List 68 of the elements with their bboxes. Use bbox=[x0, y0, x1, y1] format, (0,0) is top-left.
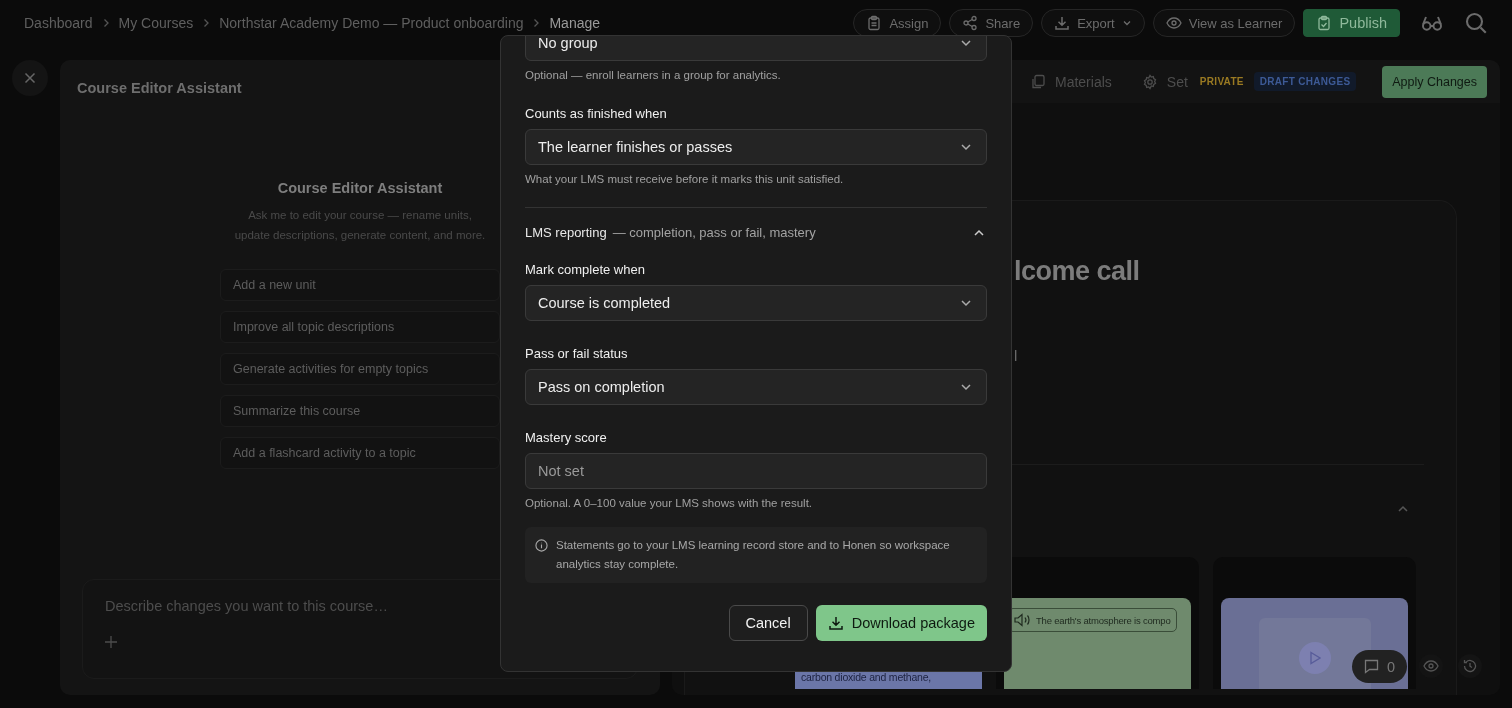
breadcrumb-link[interactable]: Dashboard bbox=[24, 15, 93, 31]
breadcrumb-link[interactable]: Manage bbox=[549, 15, 601, 31]
card-text: carbon dioxide and methane, bbox=[801, 670, 933, 685]
prompt-placeholder: Describe changes you want to this course… bbox=[105, 598, 389, 614]
clipboard-icon bbox=[866, 15, 883, 31]
download-button[interactable]: Download package bbox=[815, 605, 987, 641]
panel-title: Course Editor Assistant bbox=[77, 80, 243, 96]
help-text: Optional. A 0–100 value your LMS shows with the result. bbox=[525, 497, 814, 509]
chevron-down-icon bbox=[960, 37, 972, 49]
field-label: Counts as finished when bbox=[525, 106, 668, 121]
comment-icon bbox=[1363, 659, 1379, 674]
play-button[interactable] bbox=[1298, 642, 1331, 674]
history-icon bbox=[1462, 658, 1478, 674]
status-label: PRIVATE bbox=[1198, 75, 1245, 89]
assistant-heading: Course Editor Assistant bbox=[277, 180, 443, 196]
settings-icon bbox=[1141, 73, 1158, 90]
info-icon bbox=[535, 539, 548, 552]
toolbar-button[interactable]: View as Learner bbox=[1152, 9, 1296, 37]
toolbar-button[interactable]: Export bbox=[1041, 9, 1145, 37]
cancel-button[interactable]: Cancel bbox=[728, 605, 808, 641]
download-icon bbox=[1054, 15, 1071, 31]
toolbar-button[interactable]: Share bbox=[949, 9, 1034, 37]
eye-icon bbox=[1423, 658, 1439, 674]
input-field[interactable]: Not set bbox=[525, 453, 987, 489]
field-label: Mastery score bbox=[525, 430, 608, 445]
section-note: — completion, pass or fail, mastery bbox=[612, 225, 816, 240]
chevron-down-icon bbox=[960, 381, 972, 393]
history-button[interactable] bbox=[1458, 654, 1482, 678]
section-title[interactable]: LMS reporting bbox=[525, 225, 607, 240]
suggestion-button[interactable]: Improve all topic descriptions bbox=[220, 311, 500, 343]
status-label: DRAFT CHANGES bbox=[1253, 72, 1357, 91]
copy-icon bbox=[1030, 73, 1046, 90]
suggestion-button[interactable]: Summarize this course bbox=[220, 395, 500, 427]
editor-tab[interactable]: Materials bbox=[1030, 73, 1112, 90]
chevron-down-icon bbox=[960, 297, 972, 309]
help-text: Optional — enroll learners in a group for analytics. bbox=[525, 69, 782, 81]
unit-text: l bbox=[1014, 347, 1018, 364]
help-text: What your LMS must receive before it marks this unit satisfied. bbox=[525, 173, 845, 185]
field-label: Mark complete when bbox=[525, 262, 646, 277]
toolbar-button[interactable]: Assign bbox=[853, 9, 942, 37]
apply-changes-button[interactable]: Apply Changes bbox=[1382, 65, 1487, 98]
speaker-icon bbox=[1014, 613, 1032, 627]
field-label: Pass or fail status bbox=[525, 346, 629, 361]
select-field[interactable]: The learner finishes or passes bbox=[525, 129, 987, 165]
editor-tab[interactable]: Set bbox=[1141, 73, 1188, 90]
share-icon bbox=[962, 15, 979, 31]
plus-icon[interactable] bbox=[105, 636, 117, 648]
select-field[interactable]: Course is completed bbox=[525, 285, 987, 321]
clipboard-icon bbox=[1316, 15, 1333, 31]
eye-icon bbox=[1165, 15, 1182, 31]
suggestion-button[interactable]: Generate activities for empty topics bbox=[220, 353, 500, 385]
breadcrumb-link[interactable]: Northstar Academy Demo — Product onboarding bbox=[219, 15, 524, 31]
close-button[interactable] bbox=[12, 60, 48, 96]
play-icon bbox=[1307, 651, 1322, 665]
breadcrumb-link[interactable]: My Courses bbox=[118, 15, 194, 31]
info-text: Statements go to your LMS learning record store and to Honen so workspace analytics stay complete. bbox=[556, 538, 951, 572]
select-field[interactable]: Pass on completion bbox=[525, 369, 987, 405]
unit-title: lcome call bbox=[1014, 256, 1140, 287]
suggestion-button[interactable]: Add a flashcard activity to a topic bbox=[220, 437, 500, 469]
download-icon bbox=[827, 615, 844, 631]
audio-text: The earth's atmosphere is compo bbox=[1036, 614, 1171, 626]
select-field[interactable]: No group bbox=[525, 36, 987, 61]
search-icon[interactable] bbox=[1464, 11, 1488, 35]
caret-icon bbox=[1121, 18, 1132, 28]
chevron-down-icon bbox=[960, 141, 972, 153]
close-icon bbox=[24, 72, 36, 84]
suggestion-button[interactable]: Add a new unit bbox=[220, 269, 500, 301]
publish-button[interactable]: Publish bbox=[1303, 9, 1400, 37]
